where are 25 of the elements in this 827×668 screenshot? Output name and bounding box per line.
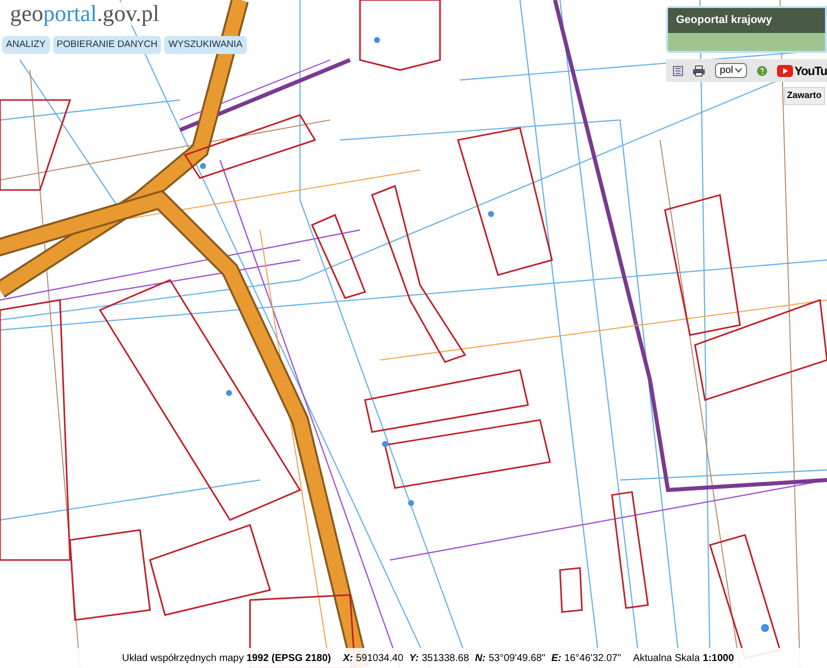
menu-tab[interactable]: WYSZUKIWANIA (164, 36, 247, 54)
overview-map-panel[interactable]: Geoportal krajowy (666, 6, 827, 53)
menu-tab[interactable]: ANALIZY (2, 36, 50, 54)
help-icon[interactable] (757, 64, 768, 76)
list-icon[interactable] (673, 64, 684, 76)
dropdown-caret-icon (735, 68, 742, 73)
video-link[interactable]: YouTu (777, 62, 827, 80)
site-logo[interactable]: geoportal.gov.pl (8, 2, 162, 25)
menu-tab[interactable]: POBIERANIE DANYCH (52, 36, 162, 54)
panel-title: Geoportal krajowy (668, 8, 825, 32)
coordinate-label: E: (551, 652, 562, 666)
coordinate-label: N: (475, 652, 486, 666)
scale-label: Aktualna Skala (633, 652, 700, 666)
coordinate-system-text: Układ współrzędnych mapy 1992 (EPSG 2180) (122, 652, 331, 666)
print-icon[interactable] (693, 64, 705, 76)
coordinate-value: 53°09'49.68" (488, 652, 546, 666)
coordinate-value: 351338.68 (422, 652, 470, 666)
coordinate-label: Y: (409, 652, 419, 666)
tooltip: Zawarto (784, 87, 825, 104)
play-icon (777, 64, 794, 76)
coordinate-label: X: (343, 652, 353, 666)
language-select[interactable]: pol (714, 63, 748, 78)
scale-value: 1:1000 (702, 652, 734, 666)
coordinate-value: 591034.40 (356, 652, 404, 666)
coordinate-value: 16°46'32.07" (564, 652, 622, 666)
